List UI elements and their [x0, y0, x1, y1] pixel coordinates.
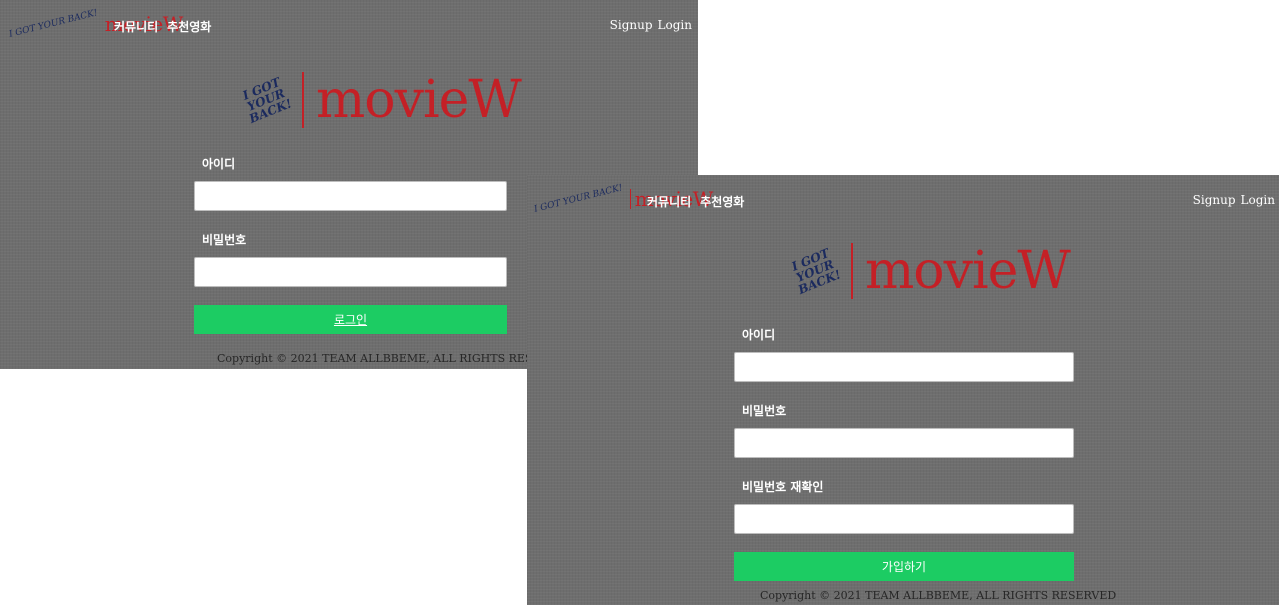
login-link[interactable]: Login [1241, 193, 1275, 207]
password-label: 비밀번호 [202, 233, 247, 247]
id-input[interactable] [734, 352, 1074, 382]
nav-community-link[interactable]: 커뮤니티 [647, 193, 691, 210]
logo-divider [629, 189, 631, 209]
nav-community-link[interactable]: 커뮤니티 [114, 18, 158, 35]
signature-logo-icon: I GOT YOUR BACK! [533, 183, 624, 215]
nav-auth: Signup Login [1193, 193, 1275, 207]
login-button[interactable]: 로그인 [194, 305, 507, 334]
signup-button-label: 가입하기 [881, 560, 927, 574]
signup-link[interactable]: Signup [610, 18, 653, 32]
id-label: 아이디 [202, 157, 236, 171]
nav-links: 커뮤니티 추천영화 [647, 193, 744, 210]
id-label: 아이디 [742, 328, 776, 342]
signup-window: I GOT YOUR BACK! movieW 커뮤니티 추천영화 Signup… [527, 175, 1279, 605]
signup-button[interactable]: 가입하기 [734, 552, 1074, 581]
nav-auth: Signup Login [610, 18, 692, 32]
nav-recommended-link[interactable]: 추천영화 [167, 18, 211, 35]
hero-logo: I GOT YOUR BACK! movieW [785, 241, 1071, 301]
copyright: Copyright © 2021 TEAM ALLBBEME, ALL RIGH… [760, 589, 1117, 602]
hero-logo-text: movieW [865, 241, 1071, 301]
login-link[interactable]: Login [658, 18, 692, 32]
signature-logo-icon: I GOT YOUR BACK! [8, 8, 99, 40]
logo-divider [851, 243, 853, 299]
signup-link[interactable]: Signup [1193, 193, 1236, 207]
password-confirm-label: 비밀번호 재확인 [742, 480, 824, 494]
password-confirm-input[interactable] [734, 504, 1074, 534]
hero-logo-text: movieW [316, 70, 522, 130]
nav-recommended-link[interactable]: 추천영화 [700, 193, 744, 210]
login-button-label: 로그인 [333, 313, 368, 327]
signature-logo-icon: I GOT YOUR BACK! [789, 246, 843, 297]
logo-divider [302, 72, 304, 128]
signup-form: 아이디 비밀번호 비밀번호 재확인 가입하기 [734, 326, 1074, 581]
copyright: Copyright © 2021 TEAM ALLBBEME, ALL RIGH… [217, 352, 574, 365]
password-input[interactable] [734, 428, 1074, 458]
id-input[interactable] [194, 181, 507, 211]
password-label: 비밀번호 [742, 404, 787, 418]
hero-logo: I GOT YOUR BACK! movieW [236, 70, 522, 130]
login-form: 아이디 비밀번호 로그인 [194, 155, 507, 334]
nav-links: 커뮤니티 추천영화 [114, 18, 211, 35]
password-input[interactable] [194, 257, 507, 287]
signature-logo-icon: I GOT YOUR BACK! [240, 75, 294, 126]
